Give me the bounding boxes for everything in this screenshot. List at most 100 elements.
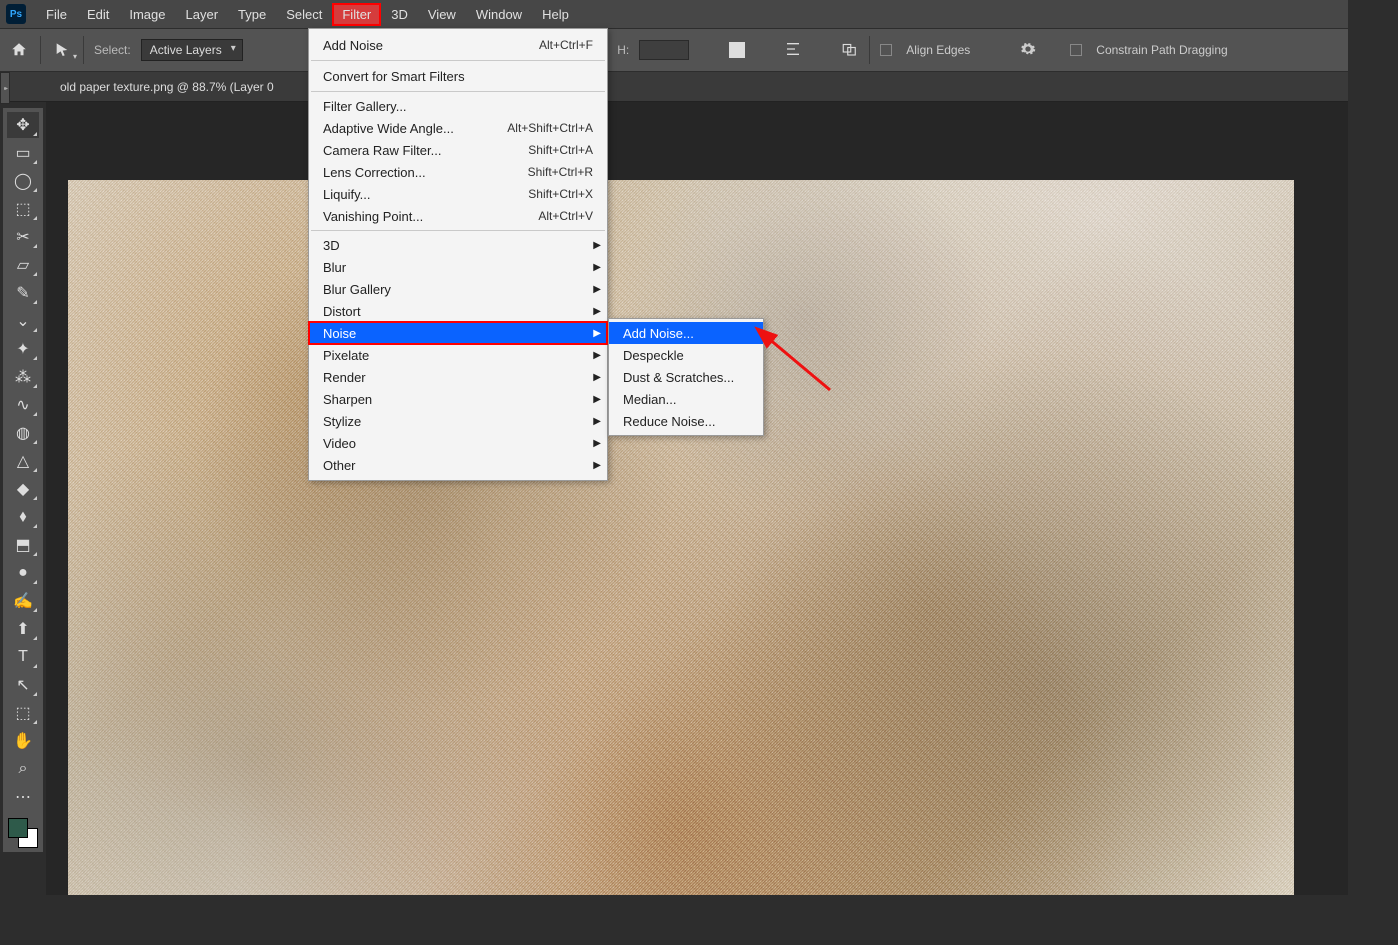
tools-panel: ✥▭◯⬚✂▱✎⌄✦⁂∿◍△◆⬧⬒●✍⬆T↖⬚✋⌕⋯ [3, 108, 43, 852]
arrow-tool-icon[interactable]: ▾ [51, 39, 73, 61]
menubar: Ps FileEditImageLayerTypeSelectFilter3DV… [0, 0, 1398, 28]
submenu-arrow-icon: ▶ [593, 262, 601, 273]
document-tab-bar: old paper texture.png @ 88.7% (Layer 0 [0, 72, 1398, 102]
height-input[interactable] [639, 40, 689, 60]
tool-8[interactable]: ✦ [7, 336, 39, 362]
menu-item-smart-filters[interactable]: Convert for Smart Filters [309, 64, 607, 88]
tool-23[interactable]: ⌕ [7, 756, 39, 782]
menu-item-label: Pixelate [323, 348, 369, 363]
tool-24[interactable]: ⋯ [7, 784, 39, 810]
menu-edit[interactable]: Edit [77, 3, 119, 26]
path-mode-icon[interactable] [729, 42, 745, 58]
align-edges-checkbox[interactable] [880, 44, 892, 56]
menu-item[interactable]: Camera Raw Filter...Shift+Ctrl+A [309, 139, 607, 161]
menu-type[interactable]: Type [228, 3, 276, 26]
panel-expand-icon[interactable] [0, 72, 10, 104]
document-canvas[interactable] [68, 180, 1294, 895]
menu-help[interactable]: Help [532, 3, 579, 26]
menu-item-label: Reduce Noise... [623, 414, 716, 429]
tool-19[interactable]: T [7, 644, 39, 670]
tool-21[interactable]: ⬚ [7, 700, 39, 726]
menu-view[interactable]: View [418, 3, 466, 26]
gear-icon[interactable] [1020, 41, 1036, 60]
menu-item-pixelate[interactable]: Pixelate ▶ [309, 344, 607, 366]
menu-item-sharpen[interactable]: Sharpen▶ [309, 388, 607, 410]
menu-select[interactable]: Select [276, 3, 332, 26]
menu-item-shortcut: Shift+Ctrl+R [528, 165, 593, 179]
tool-14[interactable]: ⬧ [7, 504, 39, 530]
menu-item-label: Noise [323, 326, 356, 341]
menu-item-label: Vanishing Point... [323, 209, 423, 224]
options-bar: ▾ Select: Active Layers W: ⚯ H: Align Ed… [0, 28, 1398, 72]
menu-item-noise[interactable]: Noise ▶ [309, 322, 607, 344]
tool-2[interactable]: ◯ [7, 168, 39, 194]
arrange-icon[interactable] [841, 40, 859, 61]
align-icon[interactable] [785, 41, 801, 60]
tool-20[interactable]: ↖ [7, 672, 39, 698]
menu-3d[interactable]: 3D [381, 3, 418, 26]
tool-9[interactable]: ⁂ [7, 364, 39, 390]
document-tab[interactable]: old paper texture.png @ 88.7% (Layer 0 [60, 74, 274, 100]
menu-file[interactable]: File [36, 3, 77, 26]
menu-layer[interactable]: Layer [176, 3, 229, 26]
tool-5[interactable]: ▱ [7, 252, 39, 278]
separator [83, 36, 84, 64]
menu-separator [311, 60, 605, 61]
menu-item-render[interactable]: Render▶ [309, 366, 607, 388]
tool-6[interactable]: ✎ [7, 280, 39, 306]
menu-item-label: Liquify... [323, 187, 370, 202]
menu-window[interactable]: Window [466, 3, 532, 26]
submenu-item-dust-scratches-[interactable]: Dust & Scratches... [609, 366, 763, 388]
submenu-arrow-icon: ▶ [593, 240, 601, 251]
menu-item-last-filter[interactable]: Add Noise Alt+Ctrl+F [309, 33, 607, 57]
menu-item-blur-gallery[interactable]: Blur Gallery ▶ [309, 278, 607, 300]
menu-item-shortcut: Alt+Ctrl+V [538, 209, 593, 223]
tool-22[interactable]: ✋ [7, 728, 39, 754]
menu-item-other[interactable]: Other▶ [309, 454, 607, 476]
menu-filter[interactable]: Filter [332, 3, 381, 26]
submenu-item-add-noise-[interactable]: Add Noise... [609, 322, 763, 344]
select-dropdown[interactable]: Active Layers [141, 39, 243, 61]
tool-17[interactable]: ✍ [7, 588, 39, 614]
tool-4[interactable]: ✂ [7, 224, 39, 250]
menu-item[interactable]: Lens Correction...Shift+Ctrl+R [309, 161, 607, 183]
menu-item-label: Add Noise [323, 38, 383, 53]
menu-item[interactable]: Adaptive Wide Angle...Alt+Shift+Ctrl+A [309, 117, 607, 139]
menu-image[interactable]: Image [119, 3, 175, 26]
submenu-arrow-icon: ▶ [593, 284, 601, 295]
submenu-item-despeckle[interactable]: Despeckle [609, 344, 763, 366]
tool-0[interactable]: ✥ [7, 112, 39, 138]
menu-item[interactable]: Filter Gallery... [309, 95, 607, 117]
menu-separator [311, 230, 605, 231]
tool-10[interactable]: ∿ [7, 392, 39, 418]
menu-item-3d[interactable]: 3D▶ [309, 234, 607, 256]
tool-3[interactable]: ⬚ [7, 196, 39, 222]
submenu-arrow-icon: ▶ [593, 350, 601, 361]
menu-item-label: Render [323, 370, 366, 385]
constrain-checkbox[interactable] [1070, 44, 1082, 56]
separator [40, 36, 41, 64]
tool-11[interactable]: ◍ [7, 420, 39, 446]
height-label: H: [617, 43, 629, 57]
menu-item-label: Blur Gallery [323, 282, 391, 297]
submenu-item-reduce-noise-[interactable]: Reduce Noise... [609, 410, 763, 432]
tool-18[interactable]: ⬆ [7, 616, 39, 642]
submenu-arrow-icon: ▶ [593, 328, 601, 339]
menu-item-distort[interactable]: Distort▶ [309, 300, 607, 322]
home-icon[interactable] [8, 39, 30, 61]
menu-item-label: Stylize [323, 414, 361, 429]
color-swatches[interactable] [8, 818, 38, 848]
menu-item-stylize[interactable]: Stylize▶ [309, 410, 607, 432]
submenu-item-median-[interactable]: Median... [609, 388, 763, 410]
menu-item[interactable]: Vanishing Point... Alt+Ctrl+V [309, 205, 607, 227]
tool-12[interactable]: △ [7, 448, 39, 474]
menu-item[interactable]: Liquify...Shift+Ctrl+X [309, 183, 607, 205]
menu-item-video[interactable]: Video▶ [309, 432, 607, 454]
tool-7[interactable]: ⌄ [7, 308, 39, 334]
tool-13[interactable]: ◆ [7, 476, 39, 502]
tool-15[interactable]: ⬒ [7, 532, 39, 558]
menu-item-blur[interactable]: Blur▶ [309, 256, 607, 278]
tool-16[interactable]: ● [7, 560, 39, 586]
submenu-arrow-icon: ▶ [593, 460, 601, 471]
tool-1[interactable]: ▭ [7, 140, 39, 166]
